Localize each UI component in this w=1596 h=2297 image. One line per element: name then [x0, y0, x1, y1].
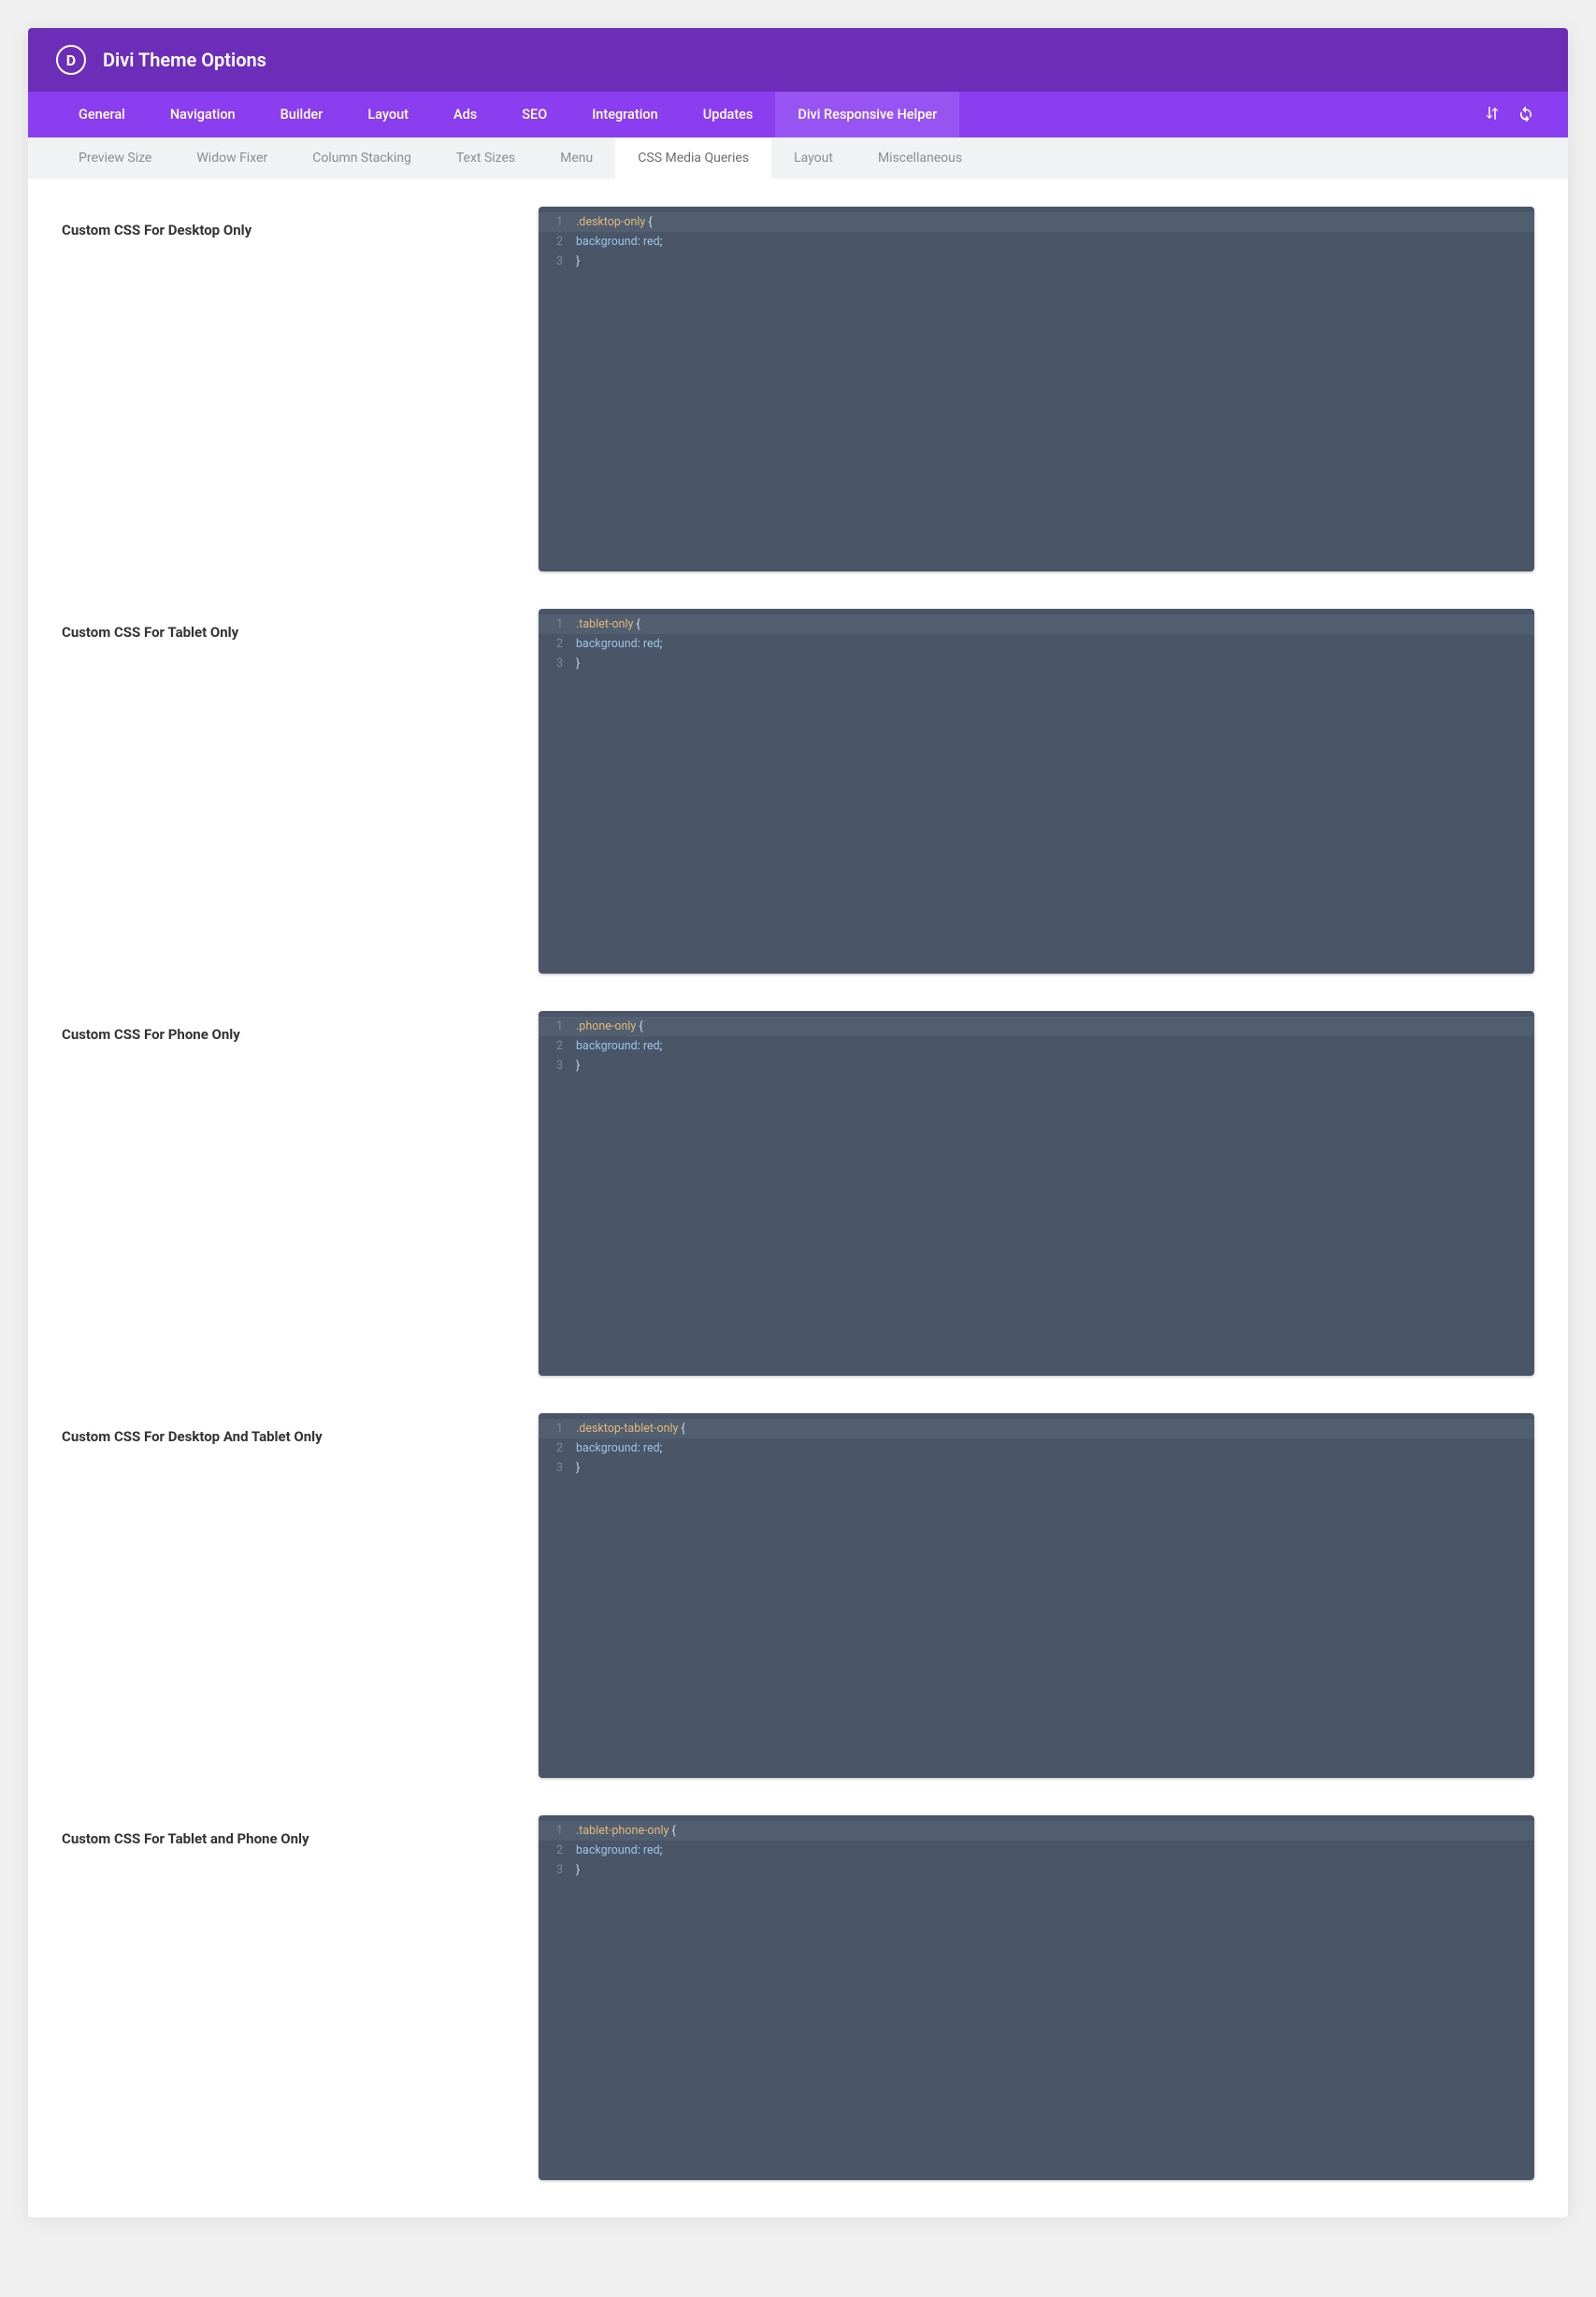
- section-label: Custom CSS For Tablet and Phone Only: [62, 1830, 501, 1847]
- secondary-tab-column-stacking[interactable]: Column Stacking: [290, 137, 434, 179]
- secondary-tabs: Preview SizeWidow FixerColumn StackingTe…: [28, 137, 1568, 179]
- css-row-tablet-phone-only: Custom CSS For Tablet and Phone Only 1.ta…: [62, 1815, 1534, 2180]
- code-line[interactable]: 3}: [539, 654, 1534, 673]
- label-column: Custom CSS For Phone Only: [62, 1011, 501, 1376]
- secondary-tab-widow-fixer[interactable]: Widow Fixer: [174, 137, 290, 179]
- secondary-tab-menu[interactable]: Menu: [538, 137, 615, 179]
- label-column: Custom CSS For Tablet Only: [62, 609, 501, 974]
- code-line[interactable]: 3}: [539, 252, 1534, 271]
- section-label: Custom CSS For Desktop Only: [62, 222, 501, 238]
- reset-icon[interactable]: [1517, 105, 1534, 125]
- primary-tab-seo[interactable]: SEO: [499, 92, 569, 137]
- code-line[interactable]: 3}: [539, 1458, 1534, 1478]
- code-line[interactable]: 2 background: red;: [539, 1438, 1534, 1458]
- header-actions: [1484, 105, 1540, 125]
- css-row-phone-only: Custom CSS For Phone Only 1.phone-only {2…: [62, 1011, 1534, 1376]
- primary-tab-builder[interactable]: Builder: [258, 92, 346, 137]
- code-line[interactable]: 1.phone-only {: [539, 1017, 1534, 1036]
- primary-tab-updates[interactable]: Updates: [681, 92, 776, 137]
- css-editor-tablet-only[interactable]: 1.tablet-only {2 background: red;3}: [539, 609, 1534, 974]
- secondary-tab-text-sizes[interactable]: Text Sizes: [434, 137, 538, 179]
- panel-header: D Divi Theme Options: [28, 28, 1568, 92]
- panel-title: Divi Theme Options: [103, 49, 266, 71]
- css-editor-desktop-only[interactable]: 1.desktop-only {2 background: red;3}: [539, 207, 1534, 571]
- primary-tab-integration[interactable]: Integration: [569, 92, 681, 137]
- secondary-tab-preview-size[interactable]: Preview Size: [56, 137, 174, 179]
- css-row-desktop-tablet-only: Custom CSS For Desktop And Tablet Only 1.…: [62, 1413, 1534, 1778]
- section-label: Custom CSS For Desktop And Tablet Only: [62, 1428, 501, 1445]
- primary-tabs: GeneralNavigationBuilderLayoutAdsSEOInte…: [28, 92, 1568, 137]
- primary-tab-responsive-helper[interactable]: Divi Responsive Helper: [775, 92, 959, 137]
- sort-icon[interactable]: [1484, 105, 1501, 125]
- code-line[interactable]: 2 background: red;: [539, 1036, 1534, 1056]
- secondary-tab-layout2[interactable]: Layout: [771, 137, 856, 179]
- secondary-tab-css-media-queries[interactable]: CSS Media Queries: [615, 137, 771, 179]
- code-area[interactable]: 1.phone-only {2 background: red;3}: [539, 1011, 1534, 1081]
- divi-logo-icon: D: [56, 45, 86, 75]
- code-line[interactable]: 3}: [539, 1056, 1534, 1076]
- editor-column: 1.tablet-phone-only {2 background: red;3…: [539, 1815, 1534, 2180]
- section-label: Custom CSS For Tablet Only: [62, 624, 501, 641]
- logo-letter: D: [66, 51, 76, 69]
- css-row-tablet-only: Custom CSS For Tablet Only 1.tablet-only …: [62, 609, 1534, 974]
- section-label: Custom CSS For Phone Only: [62, 1026, 501, 1043]
- code-line[interactable]: 1.desktop-tablet-only {: [539, 1419, 1534, 1438]
- css-editor-tablet-phone-only[interactable]: 1.tablet-phone-only {2 background: red;3…: [539, 1815, 1534, 2180]
- primary-tab-layout[interactable]: Layout: [345, 92, 431, 137]
- css-row-desktop-only: Custom CSS For Desktop Only 1.desktop-onl…: [62, 207, 1534, 571]
- code-area[interactable]: 1.tablet-only {2 background: red;3}: [539, 609, 1534, 679]
- code-line[interactable]: 3}: [539, 1860, 1534, 1880]
- code-line[interactable]: 1.tablet-phone-only {: [539, 1821, 1534, 1841]
- css-editor-phone-only[interactable]: 1.phone-only {2 background: red;3}: [539, 1011, 1534, 1376]
- css-editor-desktop-tablet-only[interactable]: 1.desktop-tablet-only {2 background: red…: [539, 1413, 1534, 1778]
- label-column: Custom CSS For Desktop Only: [62, 207, 501, 571]
- code-line[interactable]: 1.tablet-only {: [539, 614, 1534, 634]
- content-area: Custom CSS For Desktop Only 1.desktop-onl…: [28, 179, 1568, 2218]
- editor-column: 1.tablet-only {2 background: red;3}: [539, 609, 1534, 974]
- code-line[interactable]: 2 background: red;: [539, 634, 1534, 654]
- code-line[interactable]: 1.desktop-only {: [539, 212, 1534, 232]
- editor-column: 1.phone-only {2 background: red;3}: [539, 1011, 1534, 1376]
- label-column: Custom CSS For Desktop And Tablet Only: [62, 1413, 501, 1778]
- primary-tab-navigation[interactable]: Navigation: [148, 92, 258, 137]
- options-panel: D Divi Theme Options GeneralNavigationBu…: [28, 28, 1568, 2218]
- code-line[interactable]: 2 background: red;: [539, 232, 1534, 252]
- editor-column: 1.desktop-only {2 background: red;3}: [539, 207, 1534, 571]
- editor-column: 1.desktop-tablet-only {2 background: red…: [539, 1413, 1534, 1778]
- code-line[interactable]: 2 background: red;: [539, 1841, 1534, 1860]
- code-area[interactable]: 1.tablet-phone-only {2 background: red;3…: [539, 1815, 1534, 1885]
- code-area[interactable]: 1.desktop-tablet-only {2 background: red…: [539, 1413, 1534, 1483]
- code-area[interactable]: 1.desktop-only {2 background: red;3}: [539, 207, 1534, 277]
- primary-tab-general[interactable]: General: [56, 92, 148, 137]
- secondary-tab-misc[interactable]: Miscellaneous: [856, 137, 985, 179]
- primary-tab-ads[interactable]: Ads: [431, 92, 499, 137]
- label-column: Custom CSS For Tablet and Phone Only: [62, 1815, 501, 2180]
